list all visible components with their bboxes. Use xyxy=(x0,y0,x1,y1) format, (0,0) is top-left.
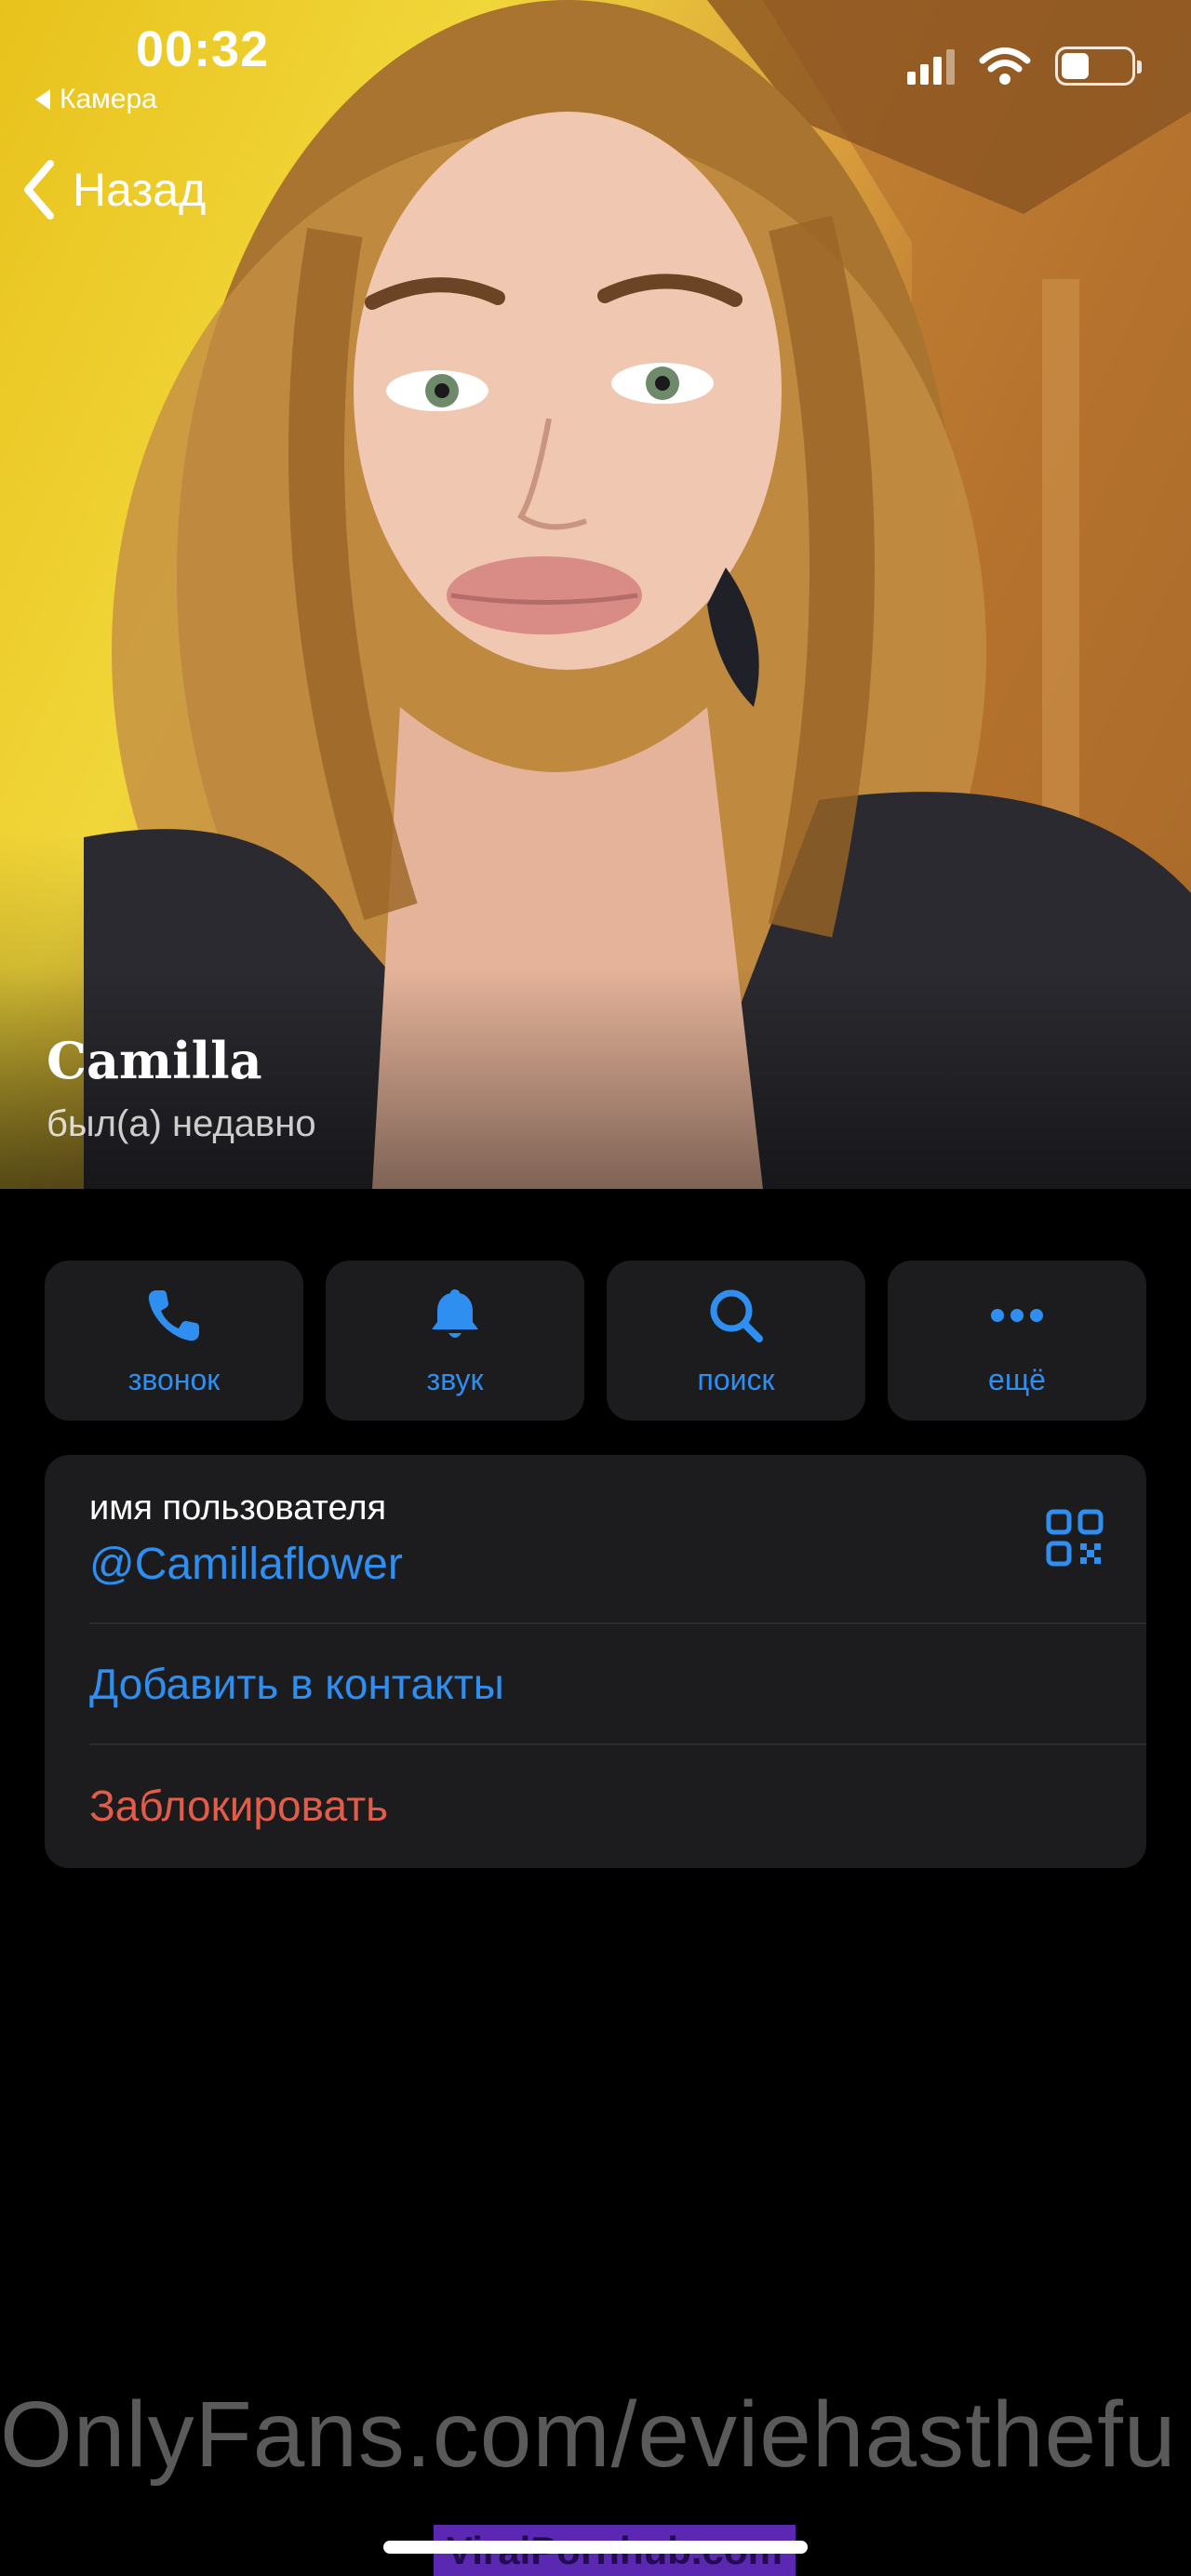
more-label: ещё xyxy=(988,1362,1046,1396)
battery-icon xyxy=(1055,47,1142,86)
chevron-left-icon xyxy=(24,160,54,220)
search-label: поиск xyxy=(697,1362,775,1396)
profile-name: Camilla xyxy=(47,1031,262,1090)
block-user-button[interactable]: Заблокировать xyxy=(89,1745,1146,1866)
profile-photo[interactable]: 00:32 Камера Назад Camilla был(а) недавн… xyxy=(0,0,1191,1189)
more-icon xyxy=(991,1308,1043,1322)
profile-last-seen: был(а) недавно xyxy=(47,1103,316,1144)
wifi-icon xyxy=(979,47,1031,85)
more-button[interactable]: ещё xyxy=(888,1261,1146,1421)
back-label: Назад xyxy=(73,164,207,216)
username-caption: имя пользователя xyxy=(89,1488,387,1528)
cellular-signal-icon xyxy=(907,47,955,85)
username-row[interactable]: имя пользователя @Camillaflower xyxy=(89,1455,1146,1624)
add-to-contacts-button[interactable]: Добавить в контакты xyxy=(89,1624,1146,1745)
phone-icon xyxy=(148,1289,199,1341)
username-value[interactable]: @Camillaflower xyxy=(89,1539,403,1590)
search-button[interactable]: поиск xyxy=(607,1261,865,1421)
call-label: звонок xyxy=(127,1362,221,1396)
home-indicator[interactable] xyxy=(383,2541,808,2554)
search-icon xyxy=(710,1289,763,1342)
bell-icon xyxy=(432,1288,478,1338)
watermark-text: OnlyFans.com/eviehasthefu xyxy=(0,2382,1177,2487)
back-to-app-link[interactable]: Камера xyxy=(35,84,157,115)
battery-level xyxy=(1062,53,1089,79)
back-button[interactable]: Назад xyxy=(20,158,206,221)
back-app-label: Камера xyxy=(60,84,157,114)
sound-button[interactable]: звук xyxy=(326,1261,584,1421)
status-time: 00:32 xyxy=(136,21,270,77)
info-card: имя пользователя @Camillaflower Добавить… xyxy=(45,1455,1146,1868)
call-button[interactable]: звонок xyxy=(45,1261,303,1421)
action-buttons: звонок звук поиск ещё xyxy=(45,1261,1146,1421)
back-triangle-icon xyxy=(35,89,50,110)
status-icons xyxy=(907,47,1142,86)
qr-code-icon[interactable] xyxy=(1046,1509,1104,1567)
sound-label: звук xyxy=(426,1362,484,1396)
